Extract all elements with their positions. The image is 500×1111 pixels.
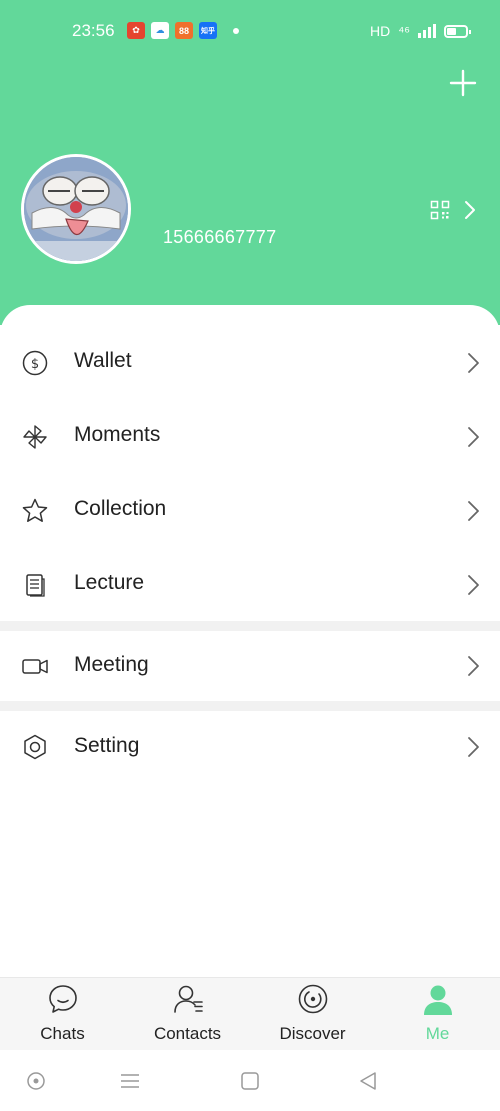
menu-label-setting: Setting — [74, 734, 140, 757]
contacts-icon — [174, 985, 203, 1013]
circle-dot-icon — [27, 1072, 45, 1090]
orange-app-icon: 88 — [175, 22, 193, 39]
menu-button[interactable] — [118, 1069, 142, 1093]
assistant-button[interactable] — [24, 1069, 48, 1093]
compass-icon — [298, 984, 328, 1014]
red-app-icon: ✿ — [127, 22, 145, 39]
signal-label: ⁴⁶ — [398, 23, 410, 39]
menu-item-moments[interactable]: Moments — [0, 399, 500, 473]
avatar[interactable] — [21, 154, 131, 264]
signal-icon — [418, 24, 436, 38]
avatar-image — [24, 157, 128, 261]
chevron-right-icon — [468, 575, 479, 595]
status-indicators: HD ⁴⁶ — [369, 23, 471, 39]
chevron-right-icon — [468, 501, 479, 521]
menu-label-moments: Moments — [74, 423, 161, 446]
qr-code-button[interactable] — [430, 196, 486, 224]
wallet-icon: $ — [22, 350, 48, 376]
star-icon — [22, 498, 48, 522]
section-separator — [0, 621, 500, 631]
home-button[interactable] — [238, 1069, 262, 1093]
square-icon — [241, 1072, 259, 1090]
cloud-app-icon: ☁ — [151, 22, 169, 39]
chevron-right-icon — [468, 656, 479, 676]
menu-item-collection[interactable]: Collection — [0, 473, 500, 547]
status-time: 23:56 — [72, 21, 115, 40]
section-separator — [0, 701, 500, 711]
document-icon — [26, 574, 45, 597]
moments-icon — [23, 425, 47, 449]
tab-label-contacts: Contacts — [153, 1024, 222, 1043]
system-navigation-bar — [0, 1050, 500, 1111]
menu-item-wallet[interactable]: $ Wallet — [0, 325, 500, 399]
phone-number: 15666667777 — [163, 227, 277, 247]
svg-text:$: $ — [31, 357, 39, 372]
network-label: HD — [369, 23, 391, 39]
menu-item-setting[interactable]: Setting — [0, 711, 500, 783]
zhihu-app-icon: 知乎 — [199, 22, 217, 39]
menu-lines-icon — [121, 1074, 139, 1088]
tab-label-chats: Chats — [40, 1024, 85, 1043]
tab-discover[interactable]: Discover — [250, 978, 375, 1051]
bottom-tab-bar: Chats Contacts Discover Me — [0, 977, 500, 1050]
chevron-right-icon — [468, 737, 479, 757]
notification-dot-icon — [233, 27, 239, 34]
menu-label-lecture: Lecture — [74, 571, 145, 594]
chevron-right-icon — [468, 353, 479, 373]
status-bar: 23:56 ✿ ☁ 88 知乎 HD ⁴⁶ — [0, 14, 500, 48]
tab-label-me: Me — [425, 1024, 450, 1043]
gear-icon — [24, 734, 46, 760]
chevron-right-icon — [468, 427, 479, 447]
menu-item-lecture[interactable]: Lecture — [0, 547, 500, 621]
menu-label-wallet: Wallet — [74, 349, 132, 372]
tab-chats[interactable]: Chats — [0, 978, 125, 1051]
back-button[interactable] — [356, 1069, 380, 1093]
qr-code-icon — [430, 200, 450, 220]
menu-label-collection: Collection — [74, 497, 167, 520]
battery-icon — [444, 24, 471, 38]
add-button[interactable] — [448, 68, 478, 98]
menu-label-meeting: Meeting — [74, 653, 149, 676]
tab-me[interactable]: Me — [375, 978, 500, 1051]
profile-header: 23:56 ✿ ☁ 88 知乎 HD ⁴⁶ 15666667777 — [0, 0, 500, 340]
menu-item-meeting[interactable]: Meeting — [0, 631, 500, 701]
back-triangle-icon — [360, 1072, 376, 1090]
chat-bubble-icon — [49, 985, 77, 1013]
tab-label-discover: Discover — [279, 1024, 346, 1043]
status-app-icons: ✿ ☁ 88 知乎 — [127, 22, 239, 39]
chevron-right-icon — [465, 201, 475, 219]
video-camera-icon — [22, 659, 48, 674]
person-icon — [424, 985, 452, 1015]
tab-contacts[interactable]: Contacts — [125, 978, 250, 1051]
plus-icon — [449, 69, 477, 97]
